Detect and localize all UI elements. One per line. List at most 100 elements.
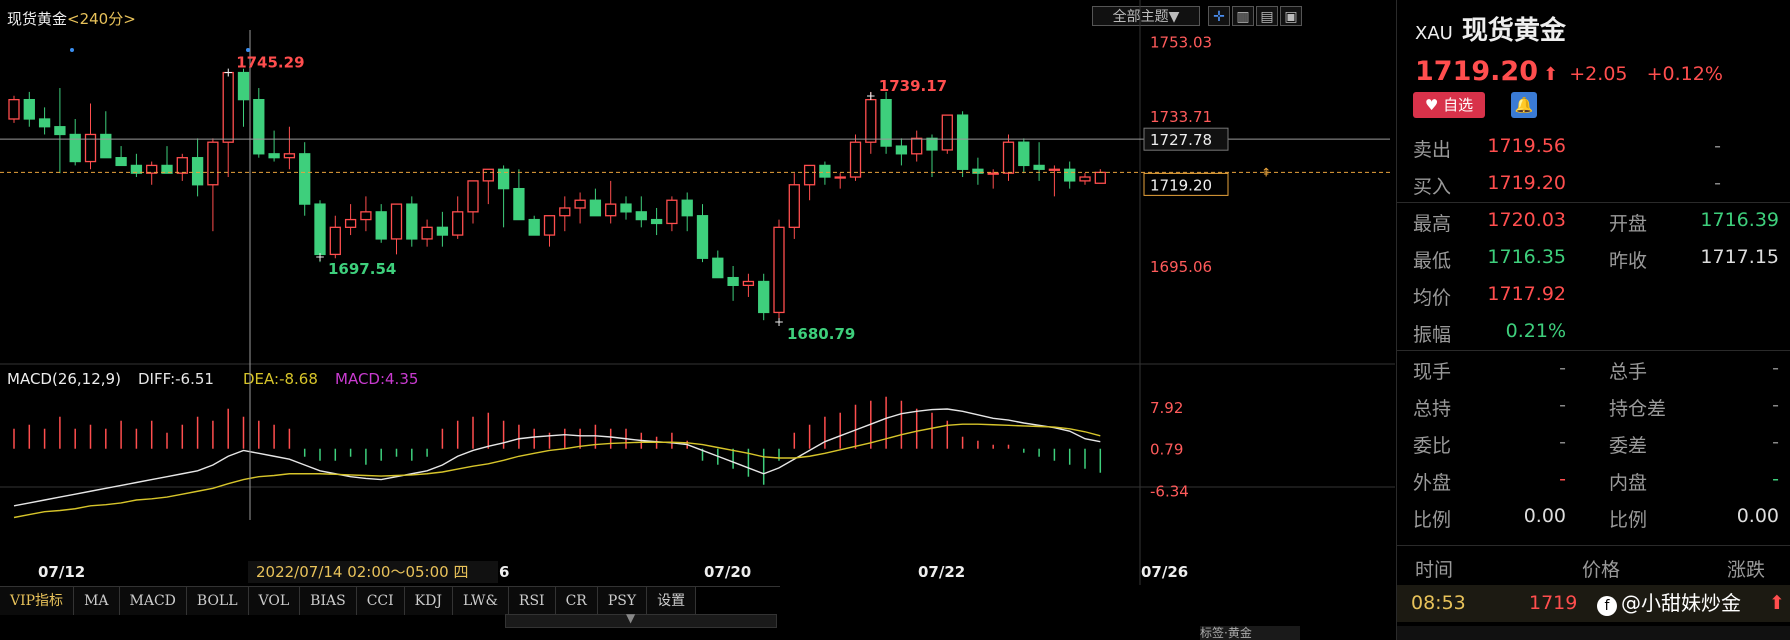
candle-body — [620, 203, 632, 213]
indicator-tab[interactable]: KDJ — [404, 587, 453, 615]
scroll-handle[interactable]: ▼ — [505, 611, 777, 628]
quote-label: 委比 — [1413, 435, 1452, 457]
candle-body — [482, 168, 494, 182]
macd-dea-line — [13, 423, 1101, 519]
indicator-tab[interactable]: LW& — [452, 587, 509, 615]
candle-body — [758, 280, 770, 314]
indicator-tab[interactable]: CR — [555, 587, 598, 615]
quote-row: 最高 1720.03 开盘 1716.39 — [1397, 202, 1790, 239]
candle-body — [467, 180, 479, 213]
indicator-tab[interactable]: CCI — [356, 587, 405, 615]
quote-value: 0.00 — [1523, 505, 1566, 527]
indicator-tab[interactable]: BOLL — [186, 587, 249, 615]
candle-body — [849, 141, 862, 178]
extreme-marker-icon: + — [866, 89, 876, 103]
scroll-down-icon: ▼ — [626, 611, 636, 625]
candle-body — [344, 218, 357, 228]
candle-body — [865, 98, 877, 143]
macd-diff-line — [13, 408, 1101, 507]
candle-body — [207, 141, 219, 186]
indicator-tab[interactable]: BIAS — [300, 587, 357, 615]
watermark: f @小甜妹炒金 — [1597, 587, 1741, 616]
indicator-tab[interactable]: VOL — [248, 587, 301, 615]
candle-body — [742, 280, 755, 287]
bottom-tab[interactable]: 标签·黄金 — [1200, 626, 1300, 640]
quote-value: 0.00 — [1736, 505, 1779, 527]
quote-value: - — [1714, 172, 1721, 194]
quote-label: 卖出 — [1413, 139, 1452, 161]
candle-body — [712, 257, 724, 279]
candle-body — [1033, 164, 1045, 170]
macd-axis-label: 0.79 — [1150, 441, 1183, 459]
candle-body — [8, 98, 20, 120]
macd-name: MACD(26,12,9) — [7, 370, 121, 388]
crosshair-price-label: 1727.78 — [1150, 131, 1212, 149]
candle-body — [528, 218, 540, 236]
candle-body — [956, 114, 969, 170]
quote-label: 外盘 — [1413, 472, 1452, 494]
candle-body — [1094, 171, 1106, 184]
time-axis-label: 07/12 — [38, 563, 85, 581]
symbol-code: XAU — [1415, 23, 1453, 44]
ticks-header: 时间 价格 涨跌 — [1397, 548, 1790, 585]
indicator-tab[interactable]: MACD — [119, 587, 187, 615]
quote-panel: XAU 现货黄金 1719.20 ⬆ +2.05 +0.12% ♥ 自选 🔔 卖… — [1396, 0, 1790, 640]
quote-value: 1720.03 — [1487, 209, 1566, 231]
heart-icon: ♥ — [1424, 96, 1439, 114]
indicator-tab-bar: VIP指标 MA MACD BOLL VOL BIAS CCI KDJ LW& RSI CR PSY 设… — [0, 586, 780, 615]
macd-axis-label: 7.92 — [1150, 399, 1183, 417]
candle-body — [788, 184, 800, 228]
candle-body — [222, 71, 234, 143]
quote-label: 开盘 — [1609, 213, 1648, 235]
price-axis-label: 1733.71 — [1150, 108, 1212, 126]
ticks-footer — [1397, 626, 1790, 640]
candle-body — [1079, 176, 1091, 182]
quote-value: - — [1772, 394, 1779, 416]
alert-bell-button[interactable]: 🔔 — [1511, 92, 1537, 118]
indicator-tab[interactable]: VIP指标 — [0, 587, 75, 615]
extreme-marker-icon: + — [315, 250, 325, 264]
tick-time: 08:53 — [1411, 592, 1466, 614]
indicator-tab[interactable]: 设置 — [647, 587, 697, 615]
candle-body — [911, 137, 923, 155]
candle-body — [605, 203, 617, 217]
quote-value: 1717.92 — [1487, 283, 1566, 305]
watch-label: 自选 — [1443, 96, 1474, 114]
extreme-marker-icon: + — [223, 65, 233, 79]
candle-body — [452, 211, 464, 236]
indicator-tab[interactable]: PSY — [597, 587, 648, 615]
candle-body — [727, 276, 739, 287]
ticks-header-change: 涨跌 — [1727, 559, 1766, 581]
indicator-tab[interactable]: MA — [74, 587, 120, 615]
candlestick-chart-svg: 1753.03 1733.71 1695.06 07/12 6 07/20 07/22 07/… — [0, 0, 1395, 585]
quote-row: 最低 1716.35 昨收 1717.15 — [1397, 239, 1790, 276]
quote-label: 比例 — [1609, 509, 1648, 531]
candle-body — [987, 172, 999, 175]
indicator-tab[interactable]: RSI — [508, 587, 556, 615]
bell-icon: 🔔 — [1514, 96, 1534, 114]
price-axis-label: 1753.03 — [1150, 33, 1212, 51]
current-price-label: 1719.20 — [1150, 176, 1212, 194]
quote-value: 1719.56 — [1487, 135, 1566, 157]
quote-header: XAU 现货黄金 — [1415, 10, 1566, 47]
candle-body — [436, 226, 449, 236]
quote-label: 总手 — [1609, 361, 1648, 383]
candle-body — [773, 226, 785, 314]
quote-value: - — [1714, 135, 1721, 157]
quote-label: 总持 — [1413, 398, 1452, 420]
candle-body — [23, 98, 35, 120]
quote-value: - — [1772, 431, 1779, 453]
quote-value: 1719.20 — [1487, 172, 1566, 194]
extreme-marker-icon: + — [774, 315, 784, 329]
candle-body — [100, 133, 112, 159]
quote-value: 0.21% — [1505, 320, 1566, 342]
time-axis-label: 07/20 — [704, 563, 751, 581]
macd-dea-label: DEA:-8.68 — [243, 370, 318, 388]
quote-row: 振幅 0.21% — [1397, 313, 1790, 350]
last-price: 1719.20 — [1415, 56, 1538, 87]
candle-body — [681, 199, 693, 217]
candle-body — [54, 126, 66, 136]
add-watchlist-button[interactable]: ♥ 自选 — [1413, 92, 1485, 118]
quote-label: 最低 — [1413, 250, 1452, 272]
candle-body — [237, 71, 250, 101]
